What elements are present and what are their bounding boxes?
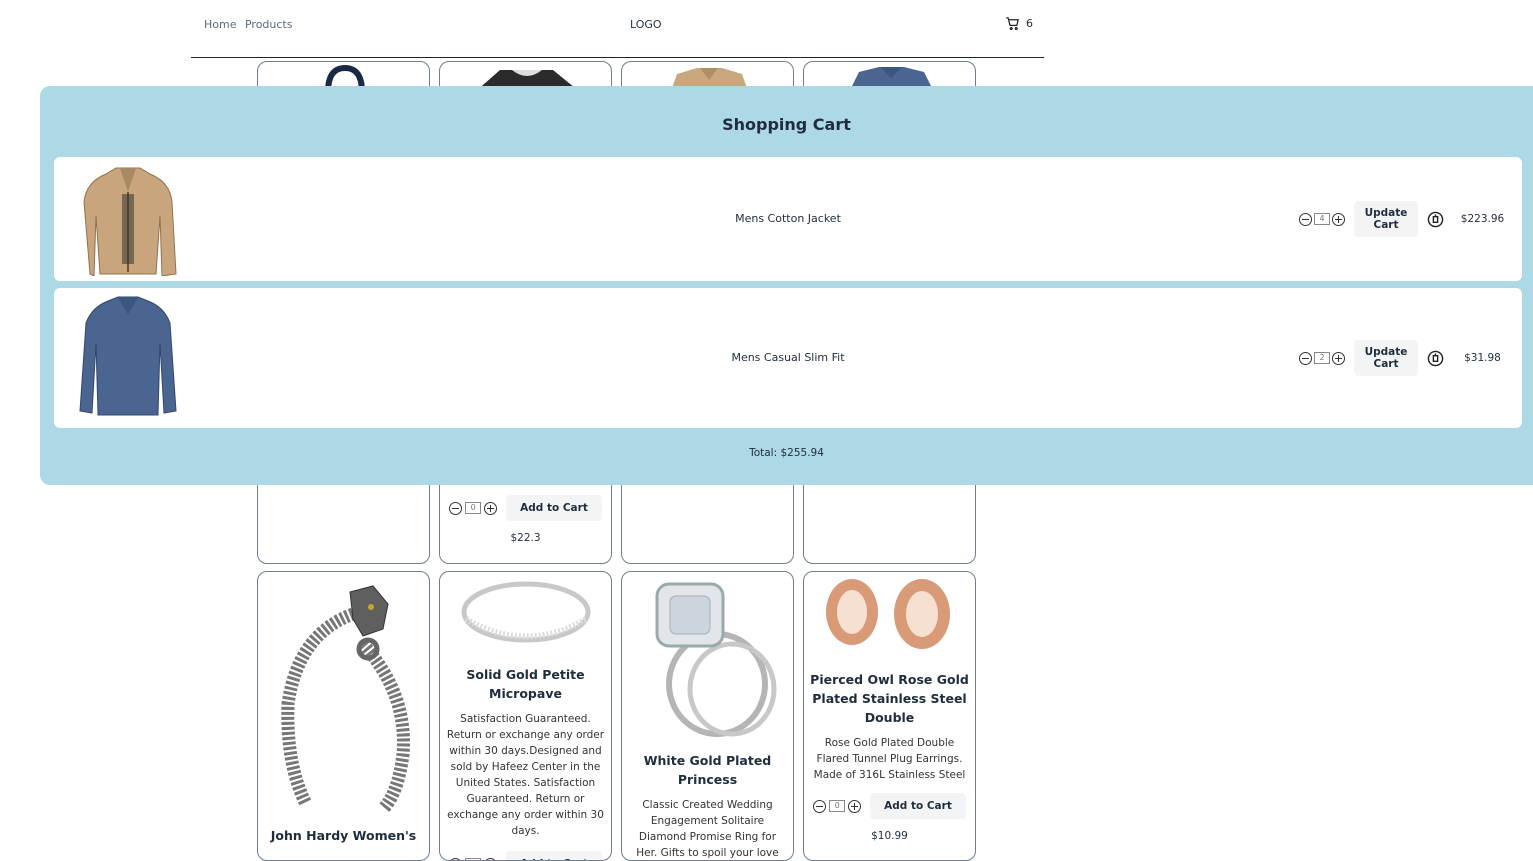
cart-item-price: $223.96	[1460, 213, 1505, 225]
product-image	[258, 574, 430, 814]
product-title: John Hardy Women's	[258, 826, 429, 845]
product-card: Pierced Owl Rose Gold Plated Stainless S…	[803, 571, 976, 861]
increase-quantity-button[interactable]	[484, 502, 497, 515]
nav-products-link[interactable]: Products	[245, 18, 293, 31]
cart-count: 6	[1026, 17, 1033, 30]
quantity-stepper: 0 Add to Cart	[440, 851, 611, 861]
quantity-stepper: 0 Add to Cart	[440, 495, 611, 521]
trash-icon[interactable]	[1427, 211, 1444, 228]
cart-item-controls: 4 Update Cart $223.96	[1299, 201, 1505, 237]
product-description: Rose Gold Plated Double Flared Tunnel Pl…	[804, 735, 975, 783]
quantity-input[interactable]: 0	[465, 502, 481, 514]
product-image	[804, 574, 976, 662]
increase-quantity-button[interactable]	[848, 800, 861, 813]
increase-quantity-button[interactable]	[1332, 352, 1345, 365]
site-header: Home Products LOGO 6	[191, 0, 1044, 58]
cart-item: Mens Casual Slim Fit 2 Update Cart $31.9…	[54, 288, 1522, 428]
increase-quantity-button[interactable]	[1332, 213, 1345, 226]
product-image	[622, 574, 794, 739]
cart-total: Total: $255.94	[40, 447, 1533, 459]
product-title: Pierced Owl Rose Gold Plated Stainless S…	[804, 670, 975, 727]
product-description: Classic Created Wedding Engagement Solit…	[622, 797, 793, 861]
product-card: John Hardy Women's	[257, 571, 430, 861]
product-card: White Gold Plated Princess Classic Creat…	[621, 571, 794, 861]
decrease-quantity-button[interactable]	[1299, 213, 1312, 226]
update-cart-button[interactable]: Update Cart	[1354, 340, 1418, 376]
add-to-cart-button[interactable]: Add to Cart	[506, 495, 602, 521]
shopping-cart-panel: Shopping Cart Mens Cotton Jacket 4 Updat…	[40, 86, 1533, 485]
product-price: $10.99	[804, 830, 975, 842]
decrease-quantity-button[interactable]	[1299, 352, 1312, 365]
cart-icon	[1005, 16, 1020, 31]
cart-title: Shopping Cart	[40, 115, 1533, 134]
increase-quantity-button[interactable]	[484, 858, 497, 861]
product-card: Solid Gold Petite Micropave Satisfaction…	[439, 571, 612, 861]
decrease-quantity-button[interactable]	[449, 502, 462, 515]
add-to-cart-button[interactable]: Add to Cart	[506, 851, 602, 861]
cart-button[interactable]: 6	[1005, 16, 1033, 31]
nav-home-link[interactable]: Home	[204, 18, 236, 31]
cart-item: Mens Cotton Jacket 4 Update Cart $223.96	[54, 157, 1522, 281]
product-title: White Gold Plated Princess	[622, 751, 793, 789]
add-to-cart-button[interactable]: Add to Cart	[870, 793, 966, 819]
quantity-input[interactable]: 2	[1314, 352, 1330, 364]
decrease-quantity-button[interactable]	[449, 858, 462, 861]
update-cart-button[interactable]: Update Cart	[1354, 201, 1418, 237]
trash-icon[interactable]	[1427, 350, 1444, 367]
cart-item-price: $31.98	[1460, 352, 1505, 364]
main-nav: Home Products	[204, 18, 297, 31]
product-description: Satisfaction Guaranteed. Return or excha…	[440, 711, 611, 839]
quantity-input[interactable]: 0	[829, 800, 845, 812]
product-price: $22.3	[440, 532, 611, 544]
product-title: Solid Gold Petite Micropave	[440, 665, 611, 703]
quantity-input[interactable]: 4	[1314, 213, 1330, 225]
cart-item-controls: 2 Update Cart $31.98	[1299, 340, 1505, 376]
quantity-stepper: 0 Add to Cart	[804, 793, 975, 819]
product-image	[440, 574, 612, 654]
logo[interactable]: LOGO	[630, 18, 662, 31]
decrease-quantity-button[interactable]	[813, 800, 826, 813]
